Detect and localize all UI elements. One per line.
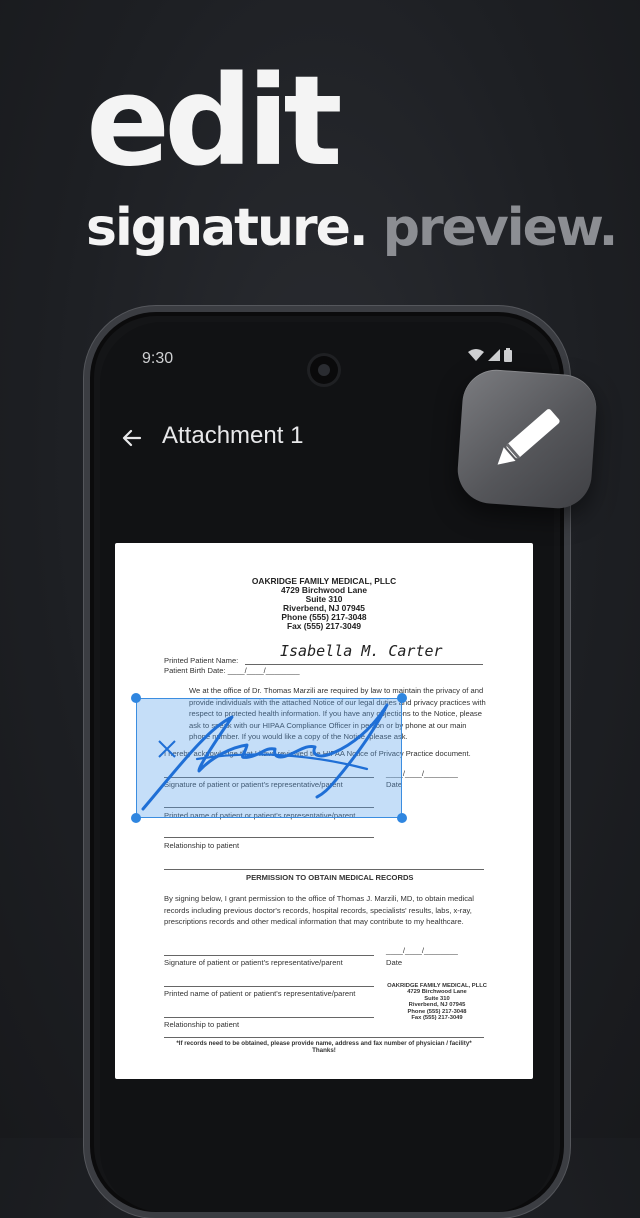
birth-date-blank: ____/____/________ (227, 666, 300, 675)
headline-preview: preview. (382, 198, 619, 258)
relationship-line-2 (164, 1017, 374, 1018)
headline: edit (86, 50, 343, 194)
header-line: Fax (555) 217-3049 (286, 621, 362, 631)
section-divider (164, 869, 484, 870)
app-bar-title: Attachment 1 (162, 422, 304, 449)
footnote: *If records need to be obtained, please … (164, 1040, 484, 1054)
footer-divider (164, 1037, 484, 1038)
signature-line-2 (164, 955, 374, 956)
resize-handle-top-right[interactable] (397, 693, 407, 703)
headline-subtitle: signature. preview. (86, 198, 619, 258)
printed-name-line-2 (164, 986, 374, 987)
edit-pencil-button[interactable] (455, 367, 599, 511)
relationship-label: Relationship to patient (164, 841, 240, 850)
permission-paragraph: By signing below, I grant permission to … (164, 894, 474, 927)
birth-date-label: Patient Birth Date: ____/____/________ (164, 666, 300, 675)
signature-label-2: Signature of patient or patient's repres… (164, 958, 343, 967)
relationship-line (164, 837, 374, 838)
footer-address: OAKRIDGE FAMILY MEDICAL, PLLC 4729 Birch… (377, 983, 497, 1021)
footnote-line-1: *If records need to be obtained, please … (176, 1040, 472, 1047)
date-label-2: Date (386, 958, 403, 967)
resize-handle-bottom-left[interactable] (131, 813, 141, 823)
battery-icon (504, 348, 512, 362)
camera-cutout (310, 356, 338, 384)
signal-icon (488, 349, 500, 361)
arrow-left-icon[interactable] (120, 426, 144, 450)
signature-selection-box[interactable] (131, 693, 407, 823)
wifi-icon (468, 349, 484, 361)
date-blank-2: ____/____/________ (386, 946, 458, 955)
footer-line: Fax (555) 217-3049 (411, 1015, 463, 1022)
signature-ink[interactable] (137, 699, 401, 817)
status-icons (468, 348, 512, 362)
permission-title: PERMISSION TO OBTAIN MEDICAL RECORDS (246, 873, 414, 882)
document-header: OAKRIDGE FAMILY MEDICAL, PLLC 4729 Birch… (115, 577, 533, 631)
status-time: 9:30 (142, 350, 174, 367)
pencil-icon (497, 409, 560, 465)
name-line (245, 664, 483, 665)
headline-edit: edit (86, 50, 343, 194)
patient-name-value[interactable]: Isabella M. Carter (280, 642, 443, 660)
resize-handle-top-left[interactable] (131, 693, 141, 703)
birth-date-label-text: Patient Birth Date: (164, 666, 226, 675)
resize-handle-bottom-right[interactable] (397, 813, 407, 823)
printed-name-label-2: Printed name of patient or patient's rep… (164, 989, 356, 998)
printed-patient-name-label: Printed Patient Name: (164, 656, 239, 665)
headline-signature: signature. (86, 198, 369, 258)
footnote-line-2: Thanks! (312, 1047, 336, 1054)
relationship-label-2: Relationship to patient (164, 1020, 240, 1029)
